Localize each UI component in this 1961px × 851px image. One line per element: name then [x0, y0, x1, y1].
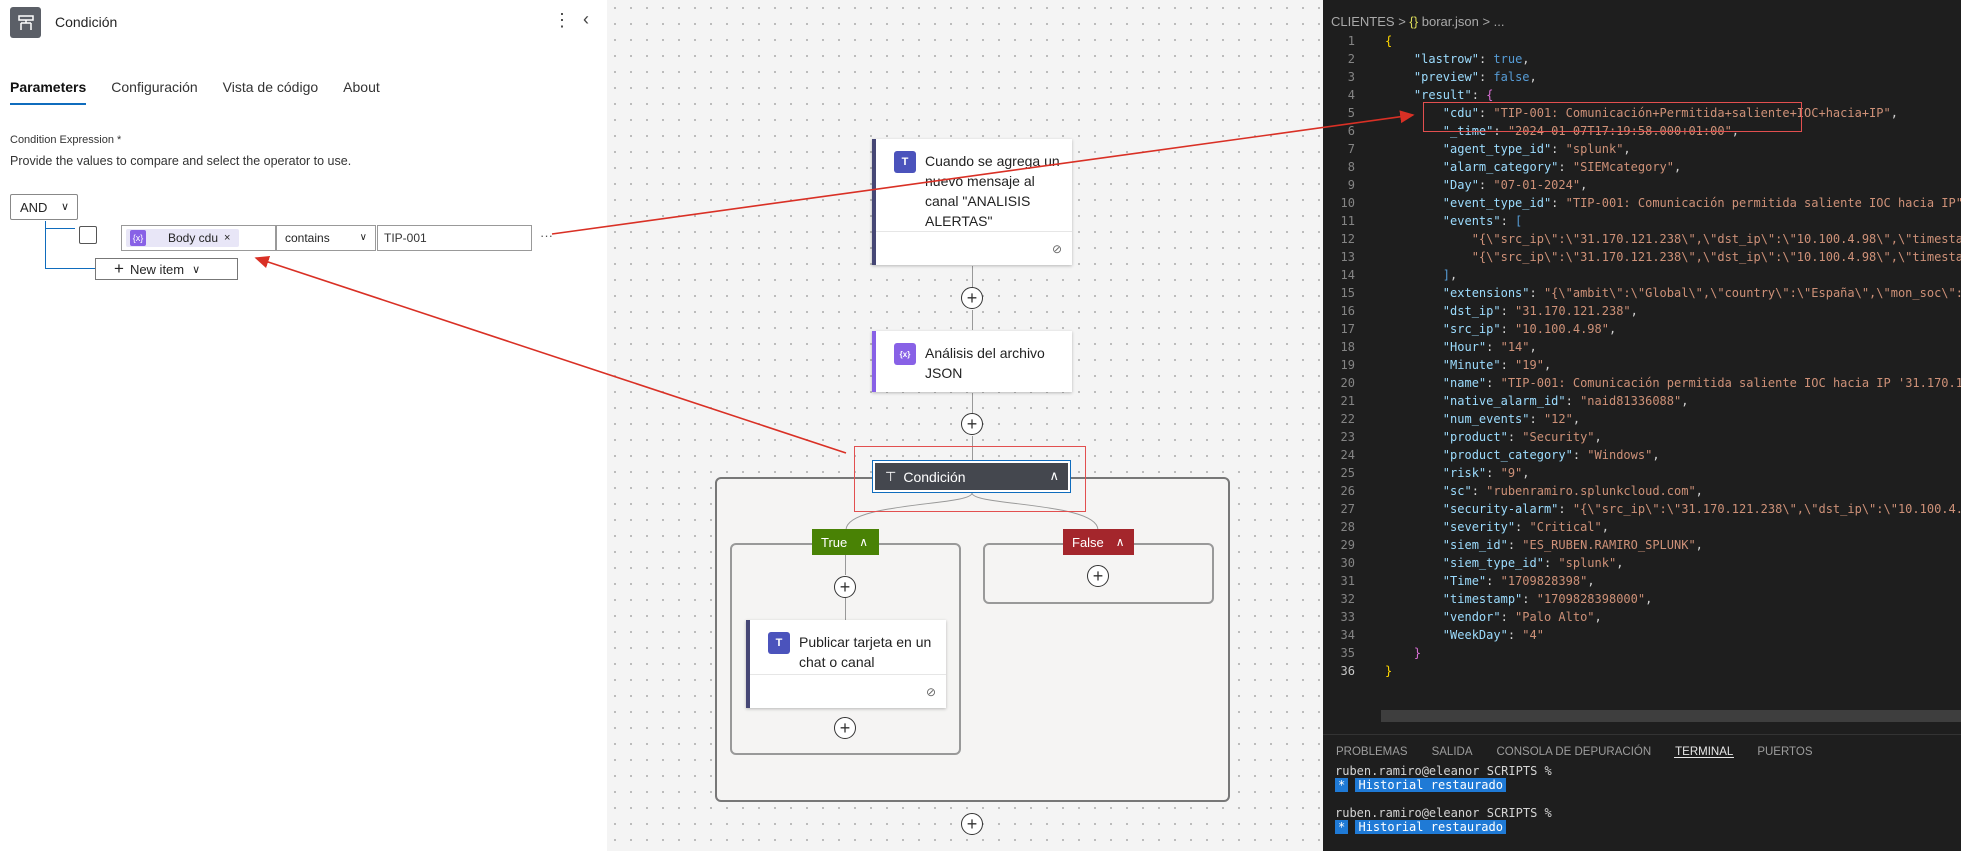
annotation-arrow — [254, 255, 847, 454]
annotation-arrow — [551, 110, 1415, 235]
annotation-arrows — [254, 110, 1415, 454]
